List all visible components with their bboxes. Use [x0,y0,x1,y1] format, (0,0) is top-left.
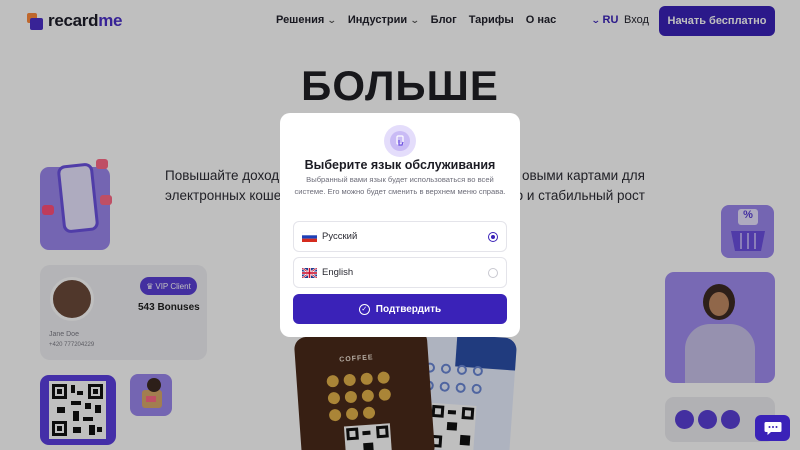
language-option-label: Русский [322,231,358,242]
radio-selected[interactable] [488,232,498,242]
uk-flag-icon [302,268,317,278]
language-option-english[interactable]: English [293,257,507,288]
ru-flag-icon [302,232,317,242]
check-circle-icon: ✓ [358,303,370,315]
confirm-button[interactable]: ✓ Подтвердить [293,294,507,324]
hand-tap-icon [390,131,410,151]
modal-description: Выбранный вами язык будет использоваться… [294,175,506,196]
confirm-button-label: Подтвердить [375,303,442,315]
chat-bubble-icon [764,421,781,435]
modal-title: Выберите язык обслуживания [304,158,496,172]
chat-widget-button[interactable] [755,415,790,441]
language-option-russian[interactable]: Русский [293,221,507,252]
language-select-modal: Выберите язык обслуживания Выбранный вам… [280,113,520,337]
modal-icon-badge [384,125,416,157]
language-option-label: English [322,267,354,278]
radio-unselected[interactable] [488,268,498,278]
